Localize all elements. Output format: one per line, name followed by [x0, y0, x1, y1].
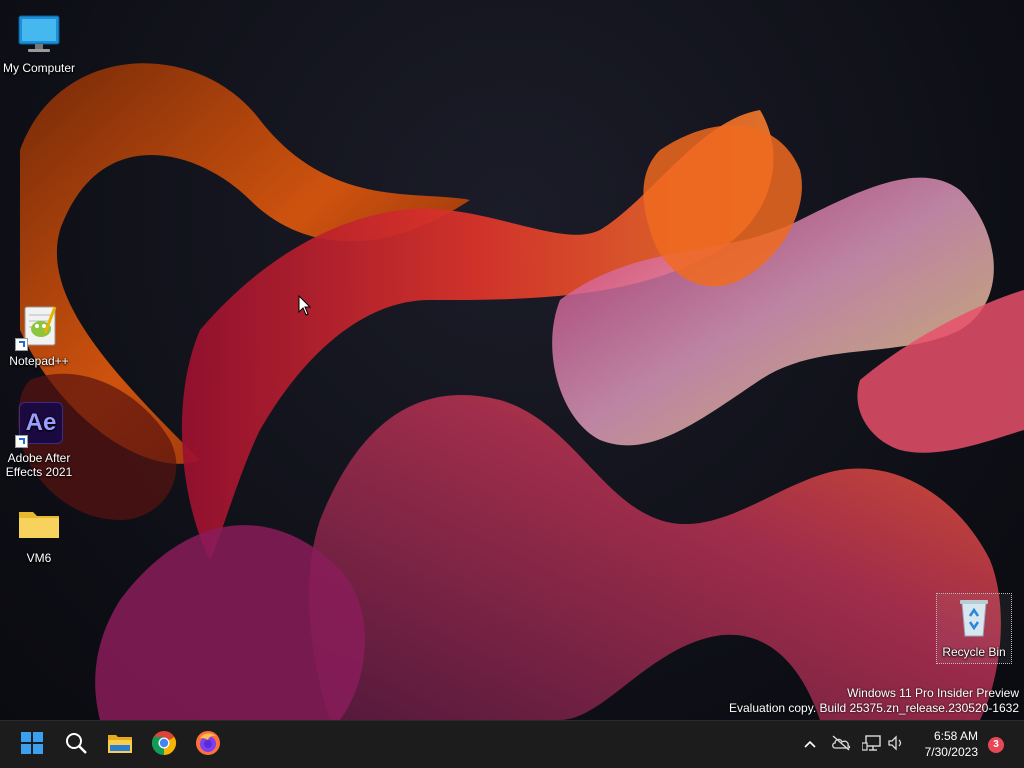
firefox-button[interactable]	[188, 725, 228, 765]
shortcut-arrow-icon	[15, 338, 28, 351]
network-icon	[861, 734, 882, 757]
notepad-plus-plus-icon	[15, 303, 63, 351]
windows-evaluation-watermark: Windows 11 Pro Insider Preview Evaluatio…	[729, 686, 1019, 716]
clock-time: 6:58 AM	[933, 729, 978, 743]
firefox-icon	[195, 730, 221, 761]
desktop-icon-label: Notepad++	[9, 354, 69, 368]
desktop-icon-recycle-bin[interactable]: Recycle Bin	[936, 593, 1012, 664]
desktop-icon-vm6-folder[interactable]: VM6	[0, 500, 78, 565]
recycle-bin-icon	[950, 594, 998, 642]
onedrive-offline-icon	[831, 735, 851, 756]
chevron-up-icon	[803, 736, 817, 754]
monitor-icon	[15, 10, 63, 58]
desktop-icon-notepad-plus-plus[interactable]: Notepad++	[0, 303, 78, 368]
desktop-icon-label: Adobe After Effects 2021	[5, 451, 73, 479]
watermark-line-2: Evaluation copy. Build 25375.zn_release.…	[729, 701, 1019, 715]
desktop-icon-my-computer[interactable]: My Computer	[0, 10, 78, 75]
file-explorer-icon	[107, 731, 133, 760]
desktop-icon-label: VM6	[26, 551, 52, 565]
after-effects-icon: Ae	[15, 400, 63, 448]
clock-date: 7/30/2023	[924, 745, 978, 759]
onedrive-status-button[interactable]	[831, 735, 851, 755]
show-hidden-icons-button[interactable]	[800, 735, 820, 755]
notification-badge[interactable]: 3	[988, 737, 1004, 753]
system-clock[interactable]: 6:58 AM 7/30/2023	[925, 728, 978, 760]
volume-icon	[887, 734, 905, 756]
folder-icon	[15, 500, 63, 548]
search-button[interactable]	[56, 725, 96, 765]
file-explorer-button[interactable]	[100, 725, 140, 765]
shortcut-arrow-icon	[15, 435, 28, 448]
network-button[interactable]	[861, 734, 882, 757]
volume-button[interactable]	[886, 734, 906, 756]
desktop-icon-after-effects[interactable]: Ae Adobe After Effects 2021	[0, 400, 78, 479]
desktop-icon-label: My Computer	[2, 61, 76, 75]
windows-start-icon	[20, 731, 44, 760]
search-icon	[64, 731, 88, 760]
start-button[interactable]	[12, 725, 52, 765]
taskbar: 6:58 AM 7/30/2023 3	[0, 720, 1024, 768]
chrome-button[interactable]	[144, 725, 184, 765]
desktop-icon-label: Recycle Bin	[942, 645, 1006, 659]
chrome-icon	[151, 730, 177, 761]
desktop-wallpaper	[0, 0, 1024, 720]
mouse-cursor-icon	[298, 294, 312, 322]
watermark-line-1: Windows 11 Pro Insider Preview	[847, 686, 1019, 700]
